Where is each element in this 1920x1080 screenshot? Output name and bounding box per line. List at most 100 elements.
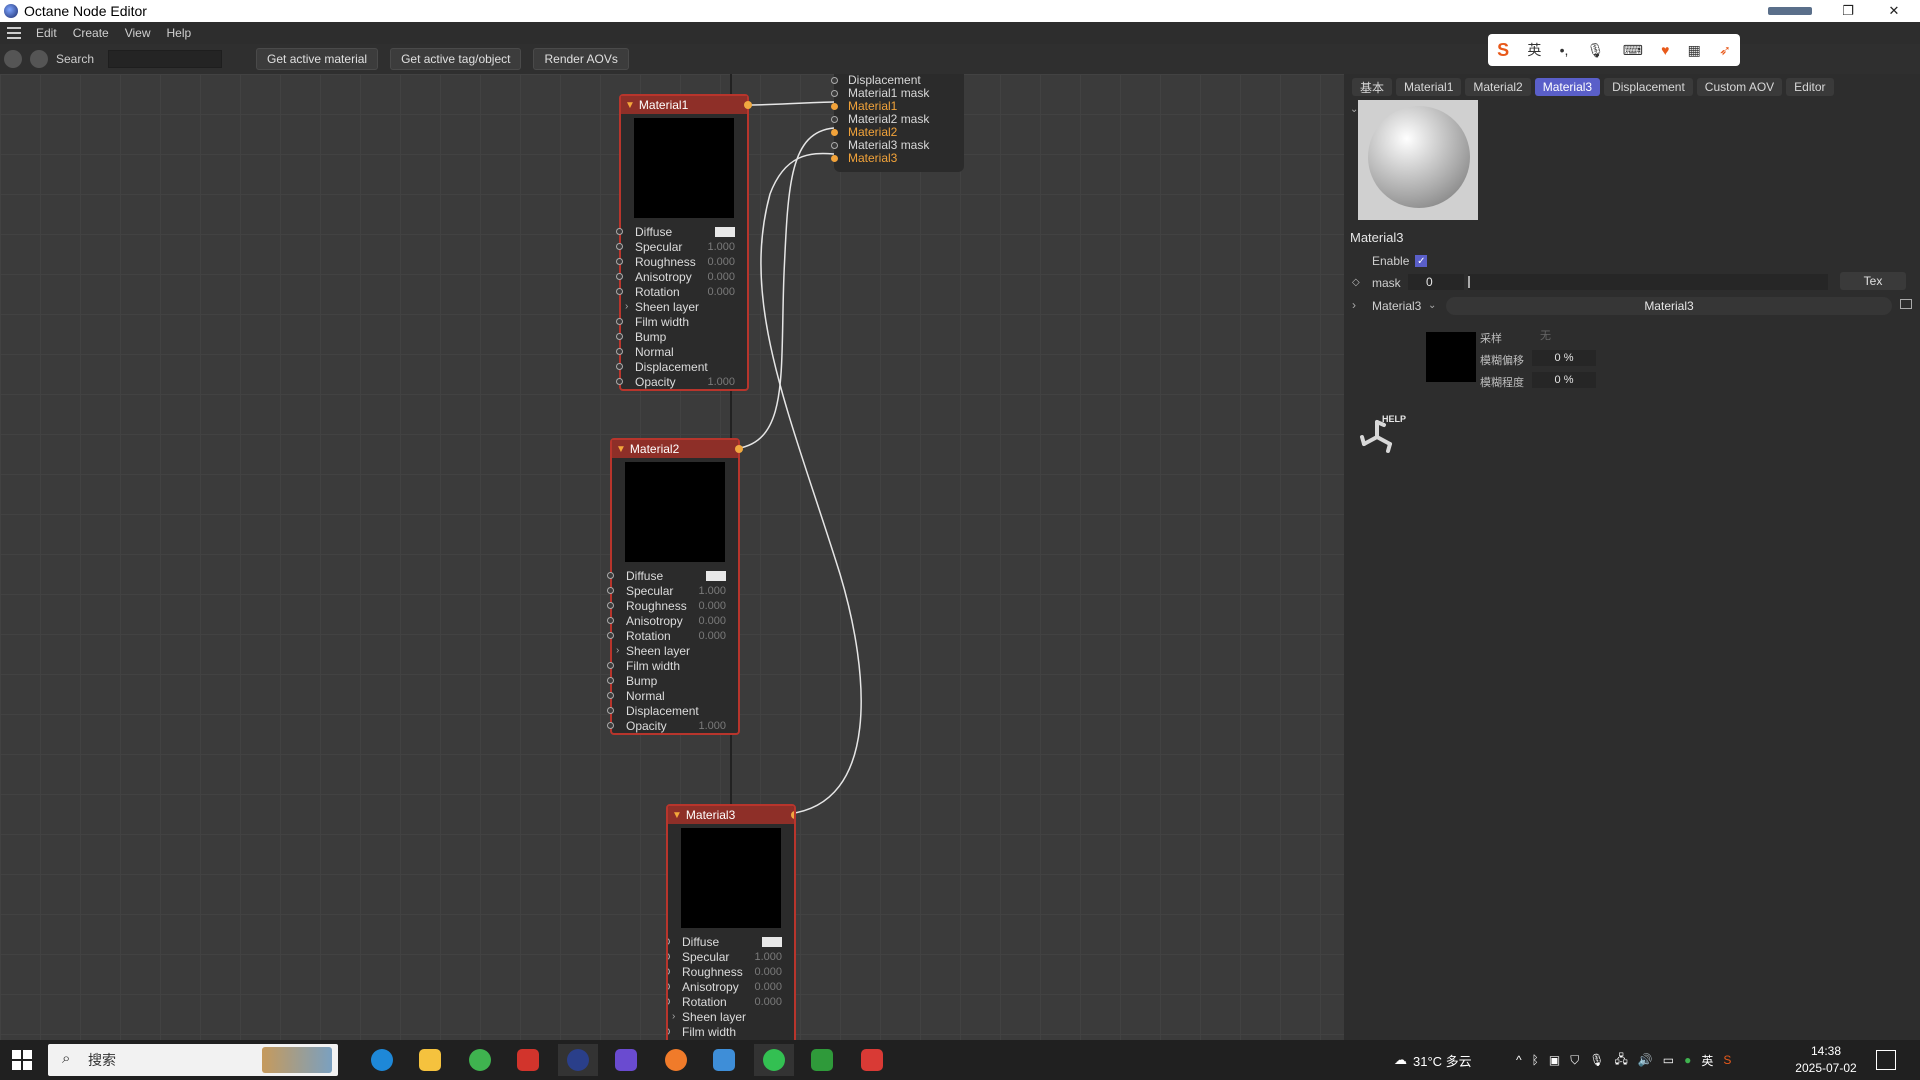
tab-material1[interactable]: Material1 xyxy=(1396,78,1462,96)
affinity-icon[interactable] xyxy=(606,1044,646,1076)
node-param-row[interactable]: Diffuse xyxy=(668,934,794,949)
hamburger-menu-icon[interactable] xyxy=(0,27,28,39)
more-icon[interactable]: ➶ xyxy=(1719,42,1731,59)
collapse-triangle-icon[interactable]: ▼ xyxy=(672,810,682,821)
keyboard-icon[interactable]: ⌨ xyxy=(1623,42,1643,59)
volume-icon[interactable]: 🔊 xyxy=(1638,1053,1653,1067)
menu-view[interactable]: View xyxy=(117,26,159,40)
weather-widget[interactable]: ☁ 31°C 多云 xyxy=(1394,1040,1472,1080)
app-red-icon[interactable] xyxy=(852,1044,892,1076)
tray-chevron-icon[interactable]: ^ xyxy=(1516,1053,1522,1067)
input-port[interactable] xyxy=(607,632,614,639)
node-param-row[interactable]: Diffuse xyxy=(607,568,738,583)
node-param-row[interactable]: › Sheen layer xyxy=(621,299,747,314)
param-value[interactable]: 0.000 xyxy=(707,256,735,268)
input-port[interactable] xyxy=(668,983,670,990)
diffuse-color-swatch[interactable] xyxy=(715,227,735,237)
expand-chevron-icon[interactable]: › xyxy=(672,1011,675,1022)
tab-basic[interactable]: 基本 xyxy=(1352,78,1393,96)
node-param-row[interactable]: › Sheen layer xyxy=(668,1009,794,1024)
collapse-triangle-icon[interactable]: ▼ xyxy=(616,444,626,455)
expand-chevron-icon[interactable]: › xyxy=(625,301,628,312)
wechat-icon[interactable] xyxy=(754,1044,794,1076)
microphone-icon[interactable]: 🎙 xyxy=(1587,42,1605,59)
camtasia-icon[interactable] xyxy=(802,1044,842,1076)
expand-chevron-icon[interactable]: › xyxy=(616,645,619,656)
tray-green-icon[interactable]: ● xyxy=(1684,1053,1691,1067)
node-param-row[interactable]: Bump xyxy=(607,673,738,688)
input-port[interactable] xyxy=(668,938,670,945)
tex-button[interactable]: Tex xyxy=(1840,272,1906,290)
input-port[interactable] xyxy=(616,363,623,370)
tab-material3[interactable]: Material3 xyxy=(1534,78,1601,96)
input-port[interactable] xyxy=(668,953,670,960)
input-port[interactable] xyxy=(616,318,623,325)
file-explorer-icon[interactable] xyxy=(410,1044,450,1076)
input-port[interactable] xyxy=(607,572,614,579)
keyframe-icon[interactable]: ◇ xyxy=(1352,277,1360,288)
mask-value-field[interactable]: 0 xyxy=(1408,274,1464,290)
node-param-row[interactable]: Normal xyxy=(607,688,738,703)
node-param-row[interactable]: Anisotropy 0.000 xyxy=(607,613,738,628)
param-value[interactable]: 1.000 xyxy=(754,951,782,963)
ime-lang-toggle[interactable]: 英 xyxy=(1527,40,1541,60)
input-port[interactable] xyxy=(616,378,623,385)
input-port[interactable] xyxy=(607,722,614,729)
input-port[interactable] xyxy=(607,662,614,669)
folder-icon[interactable] xyxy=(1900,299,1912,309)
node-param-row[interactable]: Film width xyxy=(616,314,747,329)
tab-material2[interactable]: Material2 xyxy=(1465,78,1531,96)
link-field[interactable]: Material3 xyxy=(1446,297,1892,315)
app-green-icon[interactable] xyxy=(460,1044,500,1076)
blur-offset-field[interactable]: 0 % xyxy=(1532,350,1596,366)
node-param-row[interactable]: Roughness 0.000 xyxy=(668,964,794,979)
bluetooth-icon[interactable]: ᛒ xyxy=(1532,1053,1539,1067)
input-port[interactable] xyxy=(607,587,614,594)
input-port[interactable] xyxy=(607,707,614,714)
node-param-row[interactable]: Anisotropy 0.000 xyxy=(616,269,747,284)
windows-start-icon[interactable] xyxy=(12,1050,32,1070)
node-param-row[interactable]: Specular 1.000 xyxy=(616,239,747,254)
node-param-row[interactable]: Roughness 0.000 xyxy=(607,598,738,613)
node-param-row[interactable]: Displacement xyxy=(607,703,738,718)
mask-slider[interactable] xyxy=(1468,274,1828,290)
node-param-row[interactable]: Film width xyxy=(668,1024,794,1039)
diffuse-color-swatch[interactable] xyxy=(762,937,782,947)
material1-node[interactable]: ▼ Material1 Diffuse Specular 1.000 Roughness 0… xyxy=(616,94,752,391)
settings-icon[interactable] xyxy=(4,50,22,68)
param-value[interactable]: 1.000 xyxy=(707,376,735,388)
minimize-button[interactable] xyxy=(1768,0,1812,22)
input-port[interactable] xyxy=(668,1028,670,1035)
input-port[interactable] xyxy=(616,273,623,280)
menu-help[interactable]: Help xyxy=(159,26,200,40)
help-icon[interactable]: HELP xyxy=(1356,414,1406,458)
node-param-row[interactable]: Opacity 1.000 xyxy=(607,718,738,733)
input-port[interactable] xyxy=(616,258,623,265)
edge-icon[interactable] xyxy=(362,1044,402,1076)
node-output-port[interactable] xyxy=(744,101,752,109)
param-value[interactable]: 0.000 xyxy=(707,271,735,283)
tab-editor[interactable]: Editor xyxy=(1786,78,1834,96)
node-canvas[interactable]: Displacement Material1 mask Material1 Ma… xyxy=(0,74,1344,1040)
param-value[interactable]: 1.000 xyxy=(698,720,726,732)
input-port[interactable] xyxy=(616,333,623,340)
node-param-row[interactable]: Displacement xyxy=(616,359,747,374)
node-param-row[interactable]: Anisotropy 0.000 xyxy=(668,979,794,994)
search-icon[interactable] xyxy=(30,50,48,68)
param-value[interactable]: 0.000 xyxy=(698,600,726,612)
clock[interactable]: 14:38 2025-07-02 xyxy=(1778,1043,1874,1077)
node-output-port[interactable] xyxy=(735,445,743,453)
input-port[interactable] xyxy=(607,692,614,699)
tab-displacement[interactable]: Displacement xyxy=(1604,78,1693,96)
input-port[interactable] xyxy=(616,228,623,235)
cinema4d-icon[interactable] xyxy=(558,1044,598,1076)
mask-slider-handle[interactable] xyxy=(1468,276,1470,288)
ime-language-indicator[interactable]: 英 xyxy=(1701,1052,1713,1069)
microphone-icon[interactable]: 🎙 xyxy=(1589,1053,1604,1067)
diffuse-color-swatch[interactable] xyxy=(706,571,726,581)
node-param-row[interactable]: Bump xyxy=(616,329,747,344)
network-icon[interactable]: 🖧 xyxy=(1614,1050,1627,1071)
aov-output-node[interactable]: Displacement Material1 mask Material1 Ma… xyxy=(831,74,964,172)
menu-create[interactable]: Create xyxy=(65,26,117,40)
search-input[interactable] xyxy=(108,50,223,68)
